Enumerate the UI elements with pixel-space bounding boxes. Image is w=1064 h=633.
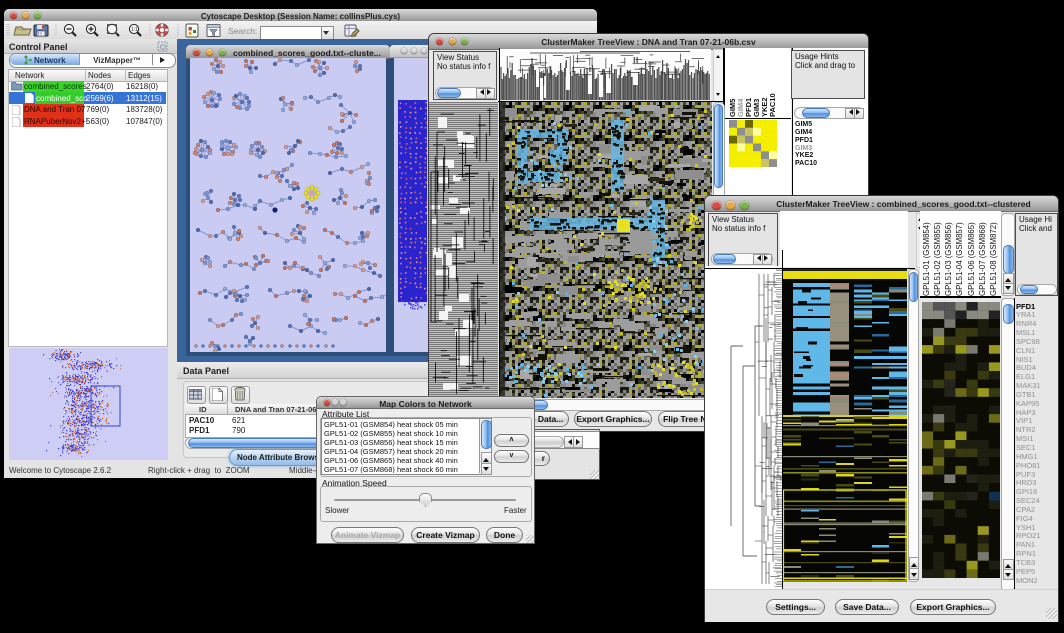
svg-text:1:1: 1:1 <box>131 27 138 33</box>
